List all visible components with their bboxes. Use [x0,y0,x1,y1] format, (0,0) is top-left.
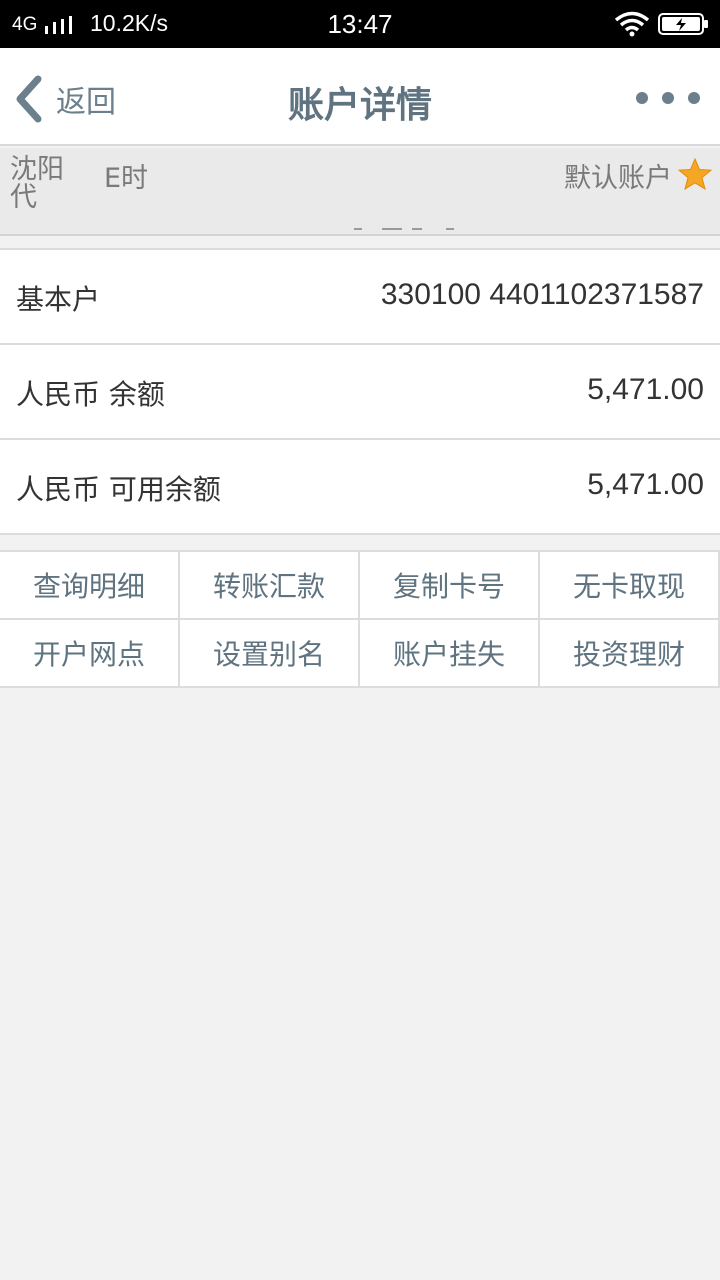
set-alias-button[interactable]: 设置别名 [180,620,360,688]
status-bar: 4G 10.2K/s 13:47 [0,0,720,48]
card-type: E时 [104,163,149,194]
query-details-button[interactable]: 查询明细 [0,552,180,620]
default-account-label: 默认账户 [564,163,672,194]
account-details: 基本户 330100 4401102371587 人民币 余额 5,471.00… [0,248,720,535]
clipped-text-fragment [340,228,460,234]
action-grid: 查询明细 转账汇款 复制卡号 无卡取现 开户网点 设置别名 账户挂失 投资理财 [0,550,720,688]
star-icon [678,158,712,190]
investment-button[interactable]: 投资理财 [540,620,720,688]
cardless-withdrawal-button[interactable]: 无卡取现 [540,552,720,620]
detail-label: 人民币 可用余额 [16,473,221,506]
detail-row-account-number: 基本户 330100 4401102371587 [0,250,720,345]
page-title: 账户详情 [287,85,432,126]
nav-bar: 返回 账户详情 [0,48,720,146]
detail-row-balance: 人民币 余额 5,471.00 [0,345,720,440]
battery-charging-icon [658,13,708,35]
wifi-icon [614,11,650,37]
more-dots-icon[interactable] [636,88,700,108]
branch-button[interactable]: 开户网点 [0,620,180,688]
account-owner: 沈阳代 [10,154,64,213]
clock: 13:47 [327,9,393,39]
detail-value: 330100 4401102371587 [380,278,704,311]
detail-value: 5,471.00 [587,373,704,406]
detail-value: 5,471.00 [587,468,704,501]
detail-row-available-balance: 人民币 可用余额 5,471.00 [0,440,720,535]
transfer-button[interactable]: 转账汇款 [180,552,360,620]
detail-label: 人民币 余额 [16,378,165,411]
copy-card-number-button[interactable]: 复制卡号 [360,552,540,620]
report-loss-button[interactable]: 账户挂失 [360,620,540,688]
account-card-header[interactable]: 沈阳代 E时 默认账户 [0,148,720,236]
detail-label: 基本户 [16,283,101,316]
